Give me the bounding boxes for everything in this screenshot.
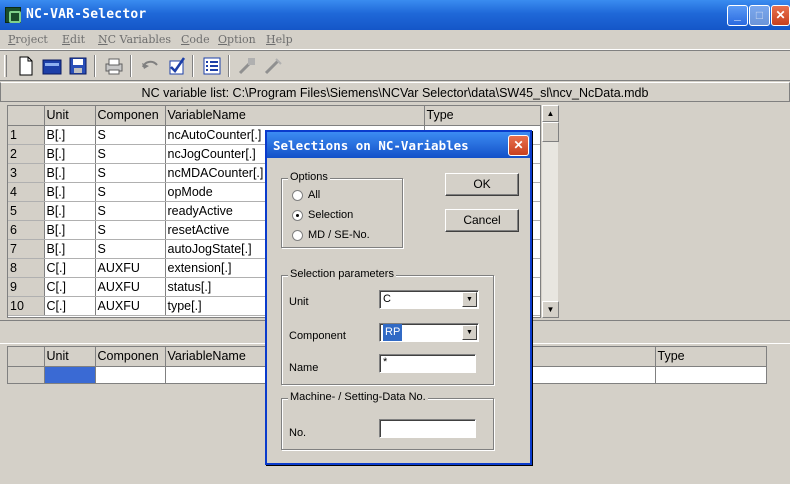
machine-setting-data-label: Machine- / Setting-Data No. xyxy=(288,391,428,403)
unit-label: Unit xyxy=(289,296,309,308)
new-file-icon[interactable] xyxy=(15,55,37,77)
table-cell[interactable]: AUXFU xyxy=(95,258,166,278)
table-cell[interactable]: S xyxy=(95,125,166,145)
selections-dialog: Selections on NC-Variables ✕ Options All… xyxy=(265,130,532,465)
table-cell[interactable]: B[.] xyxy=(44,182,96,202)
column-header-unit[interactable]: Unit xyxy=(44,347,96,367)
variables-icon[interactable] xyxy=(236,55,258,77)
component-value: RP xyxy=(383,324,403,341)
column-header-type[interactable]: Type xyxy=(655,347,766,367)
table-cell[interactable]: B[.] xyxy=(44,239,96,259)
machine-setting-data-group: Machine- / Setting-Data No. No. xyxy=(281,391,494,450)
column-header-variablename[interactable]: VariableName xyxy=(165,106,425,126)
column-header-unit[interactable]: Unit xyxy=(44,106,96,126)
table-cell[interactable] xyxy=(95,366,166,383)
row-number: 8 xyxy=(8,258,45,278)
table-cell[interactable]: B[.] xyxy=(44,144,96,164)
row-number: 7 xyxy=(8,239,45,259)
nc-variable-list-caption: NC variable list: C:\Program Files\Sieme… xyxy=(0,82,790,102)
radio-selection-icon xyxy=(292,210,303,221)
table-cell[interactable]: B[.] xyxy=(44,201,96,221)
table-cell[interactable]: S xyxy=(95,144,166,164)
options-group-label: Options xyxy=(288,171,330,183)
table-cell[interactable]: B[.] xyxy=(44,220,96,240)
list-icon[interactable] xyxy=(201,55,223,77)
options-group: Options All Selection MD / SE-No. xyxy=(281,171,403,248)
check-selection-icon[interactable] xyxy=(165,55,187,77)
table-cell[interactable]: B[.] xyxy=(44,163,96,183)
dialog-title-bar: Selections on NC-Variables ✕ xyxy=(267,132,530,158)
menu-option[interactable]: Option xyxy=(218,33,256,46)
table-cell[interactable] xyxy=(655,366,766,383)
ok-button[interactable]: OK xyxy=(445,173,519,196)
column-header-component[interactable]: Componen xyxy=(95,106,166,126)
unit-combobox[interactable]: C ▼ xyxy=(379,290,479,309)
row-number: 3 xyxy=(8,163,45,183)
table-cell[interactable]: S xyxy=(95,163,166,183)
scroll-down-arrow-icon[interactable]: ▼ xyxy=(542,301,559,318)
radio-all-icon xyxy=(292,190,303,201)
dialog-close-icon[interactable]: ✕ xyxy=(508,135,529,156)
menu-nc-variables[interactable]: NC Variables xyxy=(98,33,171,46)
radio-md-se-no-icon xyxy=(292,230,303,241)
no-label: No. xyxy=(289,427,307,439)
row-number: 4 xyxy=(8,182,45,202)
name-input[interactable]: * xyxy=(379,354,476,373)
no-input[interactable] xyxy=(379,419,476,438)
open-folder-icon[interactable] xyxy=(41,55,63,77)
edit-variables-icon[interactable] xyxy=(262,55,284,77)
column-header-component[interactable]: Componen xyxy=(95,347,166,367)
menu-edit[interactable]: Edit xyxy=(62,33,85,46)
undo-icon[interactable] xyxy=(139,55,161,77)
row-number: 5 xyxy=(8,201,45,221)
table-cell[interactable] xyxy=(44,366,96,383)
toolbar xyxy=(0,50,790,81)
close-button[interactable]: ✕ xyxy=(771,5,790,26)
print-icon[interactable] xyxy=(103,55,125,77)
component-label: Component xyxy=(289,330,346,342)
row-number: 9 xyxy=(8,277,45,297)
component-combobox[interactable]: RP ▼ xyxy=(379,323,479,342)
unit-value: C xyxy=(383,293,391,305)
chevron-down-icon[interactable]: ▼ xyxy=(462,292,477,307)
name-label: Name xyxy=(289,362,319,374)
selection-parameters-label: Selection parameters xyxy=(288,268,396,280)
table-header-row: Unit Componen VariableName Type xyxy=(8,106,540,126)
table-cell[interactable]: AUXFU xyxy=(95,277,166,297)
row-number: 1 xyxy=(8,125,45,145)
table-cell[interactable]: S xyxy=(95,239,166,259)
table-cell[interactable]: C[.] xyxy=(44,277,96,297)
table-cell[interactable]: B[.] xyxy=(44,125,96,145)
column-header-type[interactable]: Type xyxy=(424,106,540,126)
cancel-button[interactable]: Cancel xyxy=(445,209,519,232)
selection-parameters-group: Selection parameters Unit C ▼ Component … xyxy=(281,268,494,385)
menu-project[interactable]: Project xyxy=(8,33,48,46)
minimize-button[interactable]: _ xyxy=(727,5,748,26)
menu-code[interactable]: Code xyxy=(181,33,210,46)
table-cell[interactable]: S xyxy=(95,201,166,221)
row-number: 10 xyxy=(8,296,45,316)
scroll-up-arrow-icon[interactable]: ▲ xyxy=(542,105,559,122)
title-bar: NC-VAR-Selector _ □ ✕ xyxy=(0,0,790,30)
table-cell[interactable]: C[.] xyxy=(44,258,96,278)
vertical-scrollbar[interactable]: ▲ ▼ xyxy=(541,105,559,318)
app-icon xyxy=(5,7,21,23)
window-title: NC-VAR-Selector xyxy=(26,7,147,22)
menu-help[interactable]: Help xyxy=(266,33,293,46)
menu-bar: Project Edit NC Variables Code Option He… xyxy=(0,30,790,50)
table-cell[interactable]: C[.] xyxy=(44,296,96,316)
table-cell[interactable]: S xyxy=(95,220,166,240)
scroll-thumb[interactable] xyxy=(542,122,559,142)
maximize-button[interactable]: □ xyxy=(749,5,770,26)
table-cell[interactable]: S xyxy=(95,182,166,202)
row-number: 2 xyxy=(8,144,45,164)
save-disk-icon[interactable] xyxy=(67,55,89,77)
row-number: 6 xyxy=(8,220,45,240)
chevron-down-icon[interactable]: ▼ xyxy=(462,325,477,340)
table-cell[interactable]: AUXFU xyxy=(95,296,166,316)
dialog-title: Selections on NC-Variables xyxy=(273,138,469,153)
